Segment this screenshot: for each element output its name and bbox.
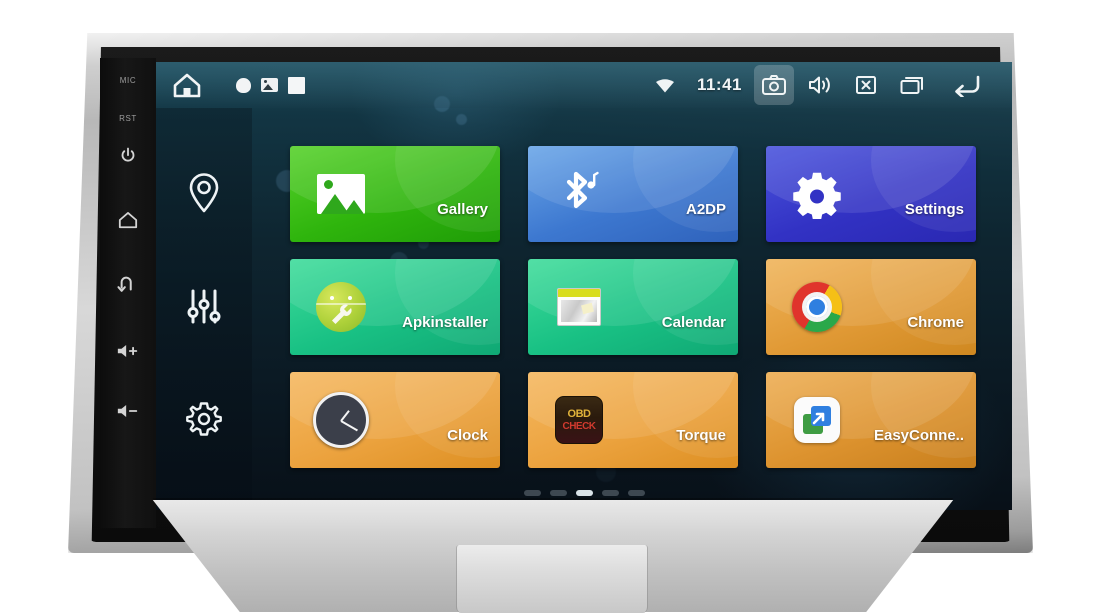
notification-icons	[236, 76, 305, 94]
back-button[interactable]	[938, 65, 992, 105]
status-bar: 11:41	[156, 62, 1012, 108]
app-tile-settings[interactable]: Settings	[766, 146, 976, 242]
volume-up-key[interactable]	[100, 342, 156, 360]
back-icon	[117, 276, 132, 292]
droplet-icon	[236, 77, 251, 93]
app-tile-gallery[interactable]: Gallery	[290, 146, 500, 242]
obd-check-icon: OBD CHECK	[550, 391, 608, 449]
obd-label: OBD	[567, 407, 591, 420]
back-key[interactable]	[100, 274, 156, 294]
nav-rail-item-equalizer[interactable]	[174, 276, 234, 336]
tile-gloss	[395, 146, 500, 233]
bluetooth-audio-icon	[550, 165, 608, 223]
reset-key[interactable]: RST	[100, 108, 156, 126]
app-tile-a2dp[interactable]: A2DP	[528, 146, 738, 242]
check-label: CHECK	[562, 420, 596, 432]
camera-icon	[762, 75, 786, 95]
page-dash-active[interactable]	[575, 490, 593, 496]
status-bar-right: 11:41	[645, 65, 1012, 105]
app-tile-easyconnect[interactable]: EasyConne..	[766, 372, 976, 468]
app-tile-label: Gallery	[437, 201, 488, 218]
tile-gloss	[633, 372, 738, 459]
volume-down-icon	[117, 405, 138, 417]
app-tile-label: Clock	[447, 427, 488, 444]
app-tile-calendar[interactable]: Calendar	[528, 259, 738, 355]
chrome-icon	[788, 278, 846, 336]
app-tile-label: Calendar	[661, 314, 726, 331]
app-tile-label: Apkinstaller	[402, 314, 488, 331]
home-icon	[118, 212, 138, 229]
tile-gloss	[395, 372, 500, 459]
car-head-unit-device: MIC RST 11:41 Gallery A2DP Settings Apki…	[0, 0, 1100, 615]
app-tile-chrome[interactable]: Chrome	[766, 259, 976, 355]
nav-rail-item-settings[interactable]	[174, 389, 234, 449]
recent-apps-icon	[900, 77, 923, 94]
status-home-button[interactable]	[156, 72, 218, 99]
app-tile-label: Settings	[904, 201, 964, 218]
power-icon	[121, 147, 135, 162]
tile-gloss	[395, 259, 500, 346]
app-tile-grid: Gallery A2DP Settings Apkinstaller Calen…	[290, 146, 996, 476]
touchscreen-display[interactable]: 11:41 Gallery A2DP Settings Apkinstaller…	[156, 62, 1012, 510]
wifi-indicator	[645, 65, 685, 105]
nav-rail-item-navigation[interactable]	[174, 163, 234, 223]
close-box-icon	[856, 76, 876, 94]
physical-key-strip: MIC RST	[100, 58, 156, 528]
app-nav-rail	[156, 108, 252, 510]
home-key[interactable]	[100, 210, 156, 230]
image-icon	[261, 78, 278, 92]
page-indicator	[156, 490, 1012, 496]
reset-key-label: RST	[119, 114, 137, 123]
volume-button[interactable]	[800, 65, 840, 105]
power-key[interactable]	[100, 146, 156, 166]
app-tile-apkinstaller[interactable]: Apkinstaller	[290, 259, 500, 355]
bokeh-blob	[456, 114, 467, 125]
page-dash[interactable]	[523, 490, 541, 496]
gear-icon	[186, 402, 222, 437]
tile-gloss	[871, 146, 976, 233]
tile-gloss	[871, 259, 976, 346]
app-tile-label: Torque	[676, 427, 726, 444]
gallery-icon	[312, 165, 370, 223]
gear-icon	[788, 165, 846, 223]
recent-apps-button[interactable]	[892, 65, 932, 105]
app-tile-torque[interactable]: OBD CHECK Torque	[528, 372, 738, 468]
mic-key-label: MIC	[119, 76, 137, 85]
page-dash[interactable]	[549, 490, 567, 496]
volume-up-icon	[117, 345, 138, 357]
volume-down-key[interactable]	[100, 402, 156, 420]
page-dash[interactable]	[601, 490, 619, 496]
app-tile-label: Chrome	[907, 314, 964, 331]
analog-clock-icon	[312, 391, 370, 449]
mic-key[interactable]: MIC	[100, 70, 156, 88]
home-icon	[173, 73, 201, 97]
wifi-icon	[655, 78, 674, 92]
tile-gloss	[633, 259, 738, 346]
tile-gloss	[871, 372, 976, 459]
page-dash[interactable]	[627, 490, 645, 496]
app-tile-label: EasyConne..	[873, 427, 964, 444]
location-pin-icon	[189, 172, 219, 212]
square-icon	[288, 76, 305, 94]
sliders-icon	[187, 289, 221, 324]
volume-icon	[809, 76, 830, 94]
screenshot-button[interactable]	[754, 65, 794, 105]
dash-center-tab	[456, 545, 648, 613]
back-arrow-icon	[955, 75, 980, 97]
calendar-icon	[550, 278, 608, 336]
android-wrench-icon	[312, 278, 370, 336]
tile-gloss	[633, 146, 738, 233]
app-tile-label: A2DP	[685, 201, 726, 218]
close-button[interactable]	[846, 65, 886, 105]
easyconnect-icon	[788, 391, 846, 449]
status-clock: 11:41	[696, 75, 742, 94]
app-tile-clock[interactable]: Clock	[290, 372, 500, 468]
